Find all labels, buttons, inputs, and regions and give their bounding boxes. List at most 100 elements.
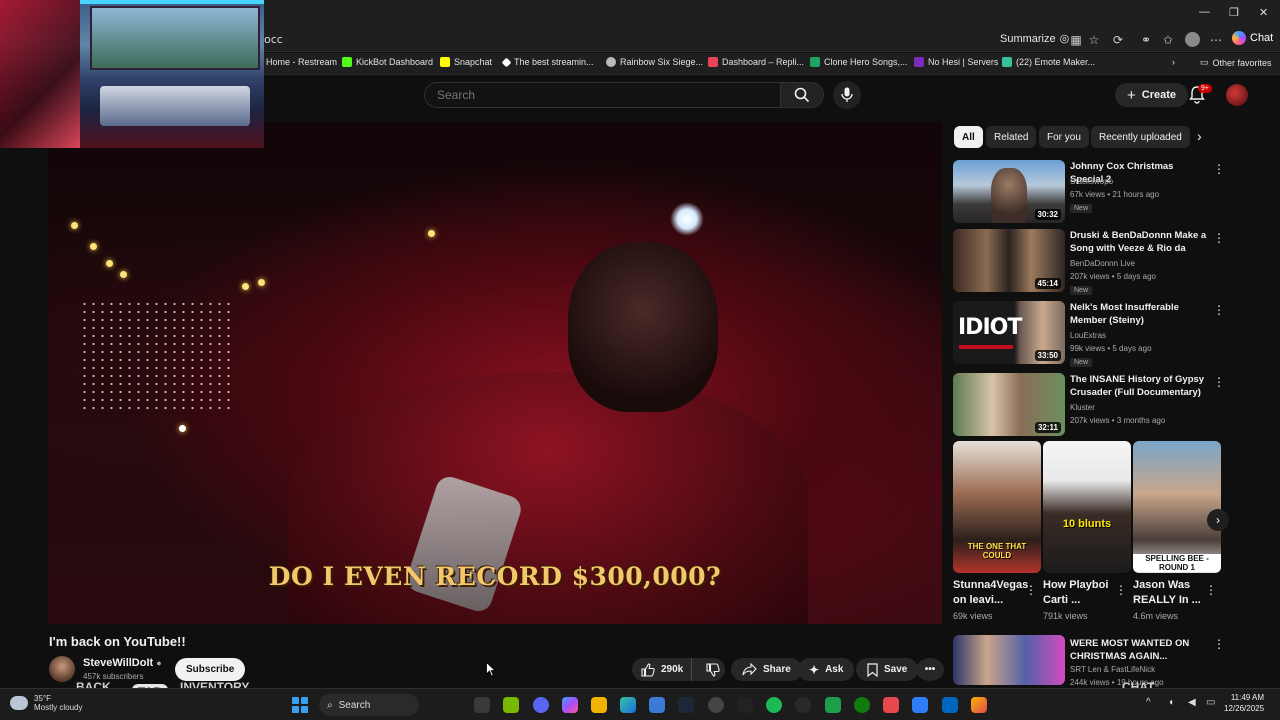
kebab-menu-icon[interactable]: ⋮ (1213, 637, 1225, 651)
minimize-icon[interactable]: — (1199, 6, 1210, 18)
other-favorites[interactable]: ▭ Other favorites (1200, 57, 1272, 68)
url-text[interactable]: occ (264, 33, 283, 46)
kebab-menu-icon[interactable]: ⋮ (1213, 303, 1225, 317)
channel-name[interactable]: Kluster (1070, 403, 1095, 412)
like-button[interactable]: 290k (632, 658, 693, 681)
short-title[interactable]: Jason Was REALLY In ... (1133, 578, 1207, 608)
summarize-button[interactable]: Summarize ◎ (1000, 32, 1069, 46)
settings-gear-icon[interactable] (737, 697, 753, 713)
kebab-menu-icon[interactable]: ⋮ (1213, 162, 1225, 176)
b-app-icon[interactable] (825, 697, 841, 713)
pen-app-icon[interactable] (971, 697, 987, 713)
channel-avatar[interactable] (49, 656, 75, 682)
video-thumbnail[interactable]: 32:11 (953, 373, 1065, 436)
bookmark-item[interactable]: Home - Restream (266, 57, 337, 67)
account-avatar[interactable] (1226, 84, 1248, 106)
search-button[interactable] (780, 82, 824, 108)
video-thumbnail[interactable]: 45:14 (953, 229, 1065, 292)
search-box[interactable] (424, 82, 780, 108)
video-title[interactable]: WERE MOST WANTED ON CHRISTMAS AGAIN... (1070, 637, 1208, 663)
copilot-chat-button[interactable]: Chat (1232, 31, 1273, 45)
recommended-video[interactable]: 30:32 Johnny Cox Christmas Special 2 Sta… (953, 160, 1225, 224)
ask-button[interactable]: ✦ Ask (798, 658, 855, 681)
video-thumbnail[interactable]: IDIOT 33:50 (953, 301, 1065, 364)
bookmark-item[interactable]: The best streamin... (501, 57, 594, 67)
search-input[interactable] (425, 83, 780, 107)
short-thumbnail[interactable]: THE ONE THAT COULD (953, 441, 1041, 573)
video-title[interactable]: Nelk's Most Insufferable Member (Steiny) (1070, 301, 1208, 327)
chip-related[interactable]: Related (986, 126, 1037, 148)
save-button[interactable]: Save (856, 658, 919, 681)
bookmark-item[interactable]: No Hesi | Servers (914, 57, 998, 67)
favorites-icon[interactable]: ✩ (1160, 32, 1176, 48)
nvidia-icon[interactable] (503, 697, 519, 713)
chip-for-you[interactable]: For you (1039, 126, 1089, 148)
create-button[interactable]: + Create (1115, 83, 1189, 107)
video-title[interactable]: Druski & BenDaDonnn Make a Song with Vee… (1070, 229, 1208, 255)
video-thumbnail[interactable]: 30:32 (953, 160, 1065, 223)
discord-icon[interactable] (533, 697, 549, 713)
channel-name[interactable]: SRT Len & FastLifeNick (1070, 665, 1155, 674)
edge-icon[interactable] (620, 697, 636, 713)
microphone-icon[interactable]: ◖ (1168, 697, 1174, 708)
kebab-menu-icon[interactable]: ⋮ (1205, 583, 1217, 597)
share-button[interactable]: Share (731, 658, 802, 681)
speaker-icon[interactable]: ◀ (1188, 697, 1196, 708)
start-button[interactable] (292, 697, 308, 713)
steam-icon[interactable] (678, 697, 694, 713)
bookmark-item[interactable]: KickBot Dashboard (342, 57, 433, 67)
voice-search-button[interactable] (833, 81, 861, 109)
recommended-video[interactable]: 45:14 Druski & BenDaDonnn Make a Song wi… (953, 229, 1225, 295)
red-app-icon[interactable] (883, 697, 899, 713)
shorts-next-button[interactable]: › (1207, 509, 1229, 531)
weather-widget[interactable]: 35°F Mostly cloudy (10, 694, 82, 712)
recommended-video[interactable]: 32:11 The INSANE History of Gypsy Crusad… (953, 373, 1225, 437)
bookmark-item[interactable]: (22) Emote Maker... (1002, 57, 1095, 67)
recommended-video[interactable]: IDIOT 33:50 Nelk's Most Insufferable Mem… (953, 301, 1225, 367)
battery-icon[interactable]: ▭ (1206, 697, 1215, 708)
split-screen-icon[interactable]: ⚭ (1138, 32, 1154, 48)
bookmark-item[interactable]: Dashboard – Repli... (708, 57, 804, 67)
system-clock[interactable]: 11:49 AM 12/26/2025 (1224, 692, 1264, 714)
channel-name[interactable]: BenDaDonnn Live (1070, 259, 1135, 268)
bookmark-item[interactable]: Rainbow Six Siege... (606, 57, 703, 67)
more-actions-button[interactable]: ••• (916, 658, 944, 681)
recommended-video[interactable]: WERE MOST WANTED ON CHRISTMAS AGAIN... S… (953, 635, 1225, 687)
bookmark-item[interactable]: Clone Hero Songs,... (810, 57, 908, 67)
chip-recently-uploaded[interactable]: Recently uploaded (1091, 126, 1190, 148)
extension-icon[interactable]: ⟳ (1110, 32, 1126, 48)
reader-icon[interactable]: ▦ (1068, 32, 1084, 48)
window-app-icon[interactable] (942, 697, 958, 713)
obs-icon[interactable] (708, 697, 724, 713)
channel-name[interactable]: LouExtras (1070, 331, 1106, 340)
chip-all[interactable]: All (954, 126, 983, 148)
spotify-icon[interactable] (766, 697, 782, 713)
short-title[interactable]: Stunna4Vegas on leavi... (953, 578, 1028, 608)
favorite-star-icon[interactable]: ☆ (1086, 32, 1102, 48)
chevron-right-icon[interactable]: › (1197, 128, 1202, 144)
maximize-icon[interactable]: ❐ (1229, 6, 1239, 19)
short-thumbnail[interactable]: 10 blunts (1043, 441, 1131, 573)
blue-app-icon[interactable] (912, 697, 928, 713)
kebab-menu-icon[interactable]: ⋮ (1115, 583, 1127, 597)
close-icon[interactable]: ✕ (1259, 6, 1268, 19)
profile-avatar[interactable] (1185, 32, 1200, 47)
short-title[interactable]: How Playboi Carti ... (1043, 578, 1117, 608)
store-icon[interactable] (649, 697, 665, 713)
xbox-icon[interactable] (854, 697, 870, 713)
copilot-icon[interactable] (562, 697, 578, 713)
dislike-button[interactable] (698, 658, 728, 681)
tray-overflow-icon[interactable]: ^ (1146, 697, 1151, 708)
kebab-menu-icon[interactable]: ⋮ (1213, 375, 1225, 389)
subscribe-button[interactable]: Subscribe (175, 658, 246, 681)
kebab-menu-icon[interactable]: ⋮ (1025, 583, 1037, 597)
kebab-menu-icon[interactable]: ⋮ (1213, 231, 1225, 245)
bookmark-item[interactable]: Snapchat (440, 57, 492, 67)
bookmarks-overflow-icon[interactable]: › (1172, 57, 1175, 67)
channel-name[interactable]: SteveWillDoIt ● (83, 657, 162, 669)
4k-downloader-icon[interactable] (795, 697, 811, 713)
video-title[interactable]: The INSANE History of Gypsy Crusader (Fu… (1070, 373, 1208, 399)
more-options-icon[interactable]: ⋯ (1208, 32, 1224, 48)
channel-name[interactable]: Stackswopo (1070, 177, 1113, 186)
taskbar-search[interactable]: ⌕ Search (319, 694, 419, 716)
